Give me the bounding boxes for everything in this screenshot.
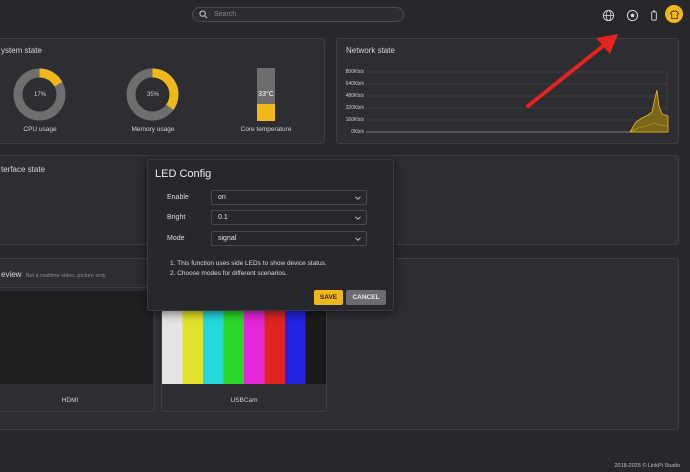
core-temperature-label: Core temperature [240, 126, 292, 133]
bright-label: Bright [167, 214, 186, 221]
dialog-title: LED Config [155, 168, 212, 180]
usbcam-label: USBCam [230, 397, 258, 404]
chevron-down-icon [355, 237, 361, 241]
hdmi-preview-image [0, 291, 153, 384]
core-temperature-value: 33°C [258, 91, 274, 98]
top-bar [0, 0, 690, 30]
memory-usage-label: Memory usage [131, 126, 175, 133]
search-input[interactable] [214, 11, 394, 18]
chevron-down-icon [355, 196, 361, 200]
bright-select[interactable]: 0.1 [211, 210, 367, 225]
info-note-2: 2. Choose modes for different scenarios. [170, 270, 287, 277]
enable-label: Enable [167, 194, 189, 201]
save-button[interactable]: SAVE [314, 290, 343, 305]
y-tick-label: 480Kb/s [345, 93, 364, 99]
core-temperature-fill [257, 103, 275, 121]
network-traffic-area [629, 89, 669, 133]
battery-icon[interactable] [646, 7, 662, 23]
panel-title: terface state [1, 165, 46, 174]
mode-select[interactable]: signal [211, 231, 367, 246]
enable-value: on [218, 194, 226, 201]
cpu-usage-value: 17% [33, 92, 46, 98]
network-chart [366, 71, 669, 133]
mode-label: Mode [167, 235, 185, 242]
info-note-1: 1. This function uses side LEDs to show … [170, 260, 327, 267]
soccer-ball-icon[interactable] [624, 7, 640, 23]
panel-title: ystem state [1, 46, 42, 55]
red-arrow-annotation [526, 34, 618, 108]
y-tick-label: 160Kb/s [345, 117, 364, 123]
panel-title: Network state [346, 46, 395, 55]
hdmi-label: HDMI [61, 397, 79, 404]
y-tick-label: 800Kb/s [345, 69, 364, 75]
panel-title: eview Not a realtime video, picture only [1, 270, 106, 279]
preview-subtitle: Not a realtime video, picture only [25, 273, 106, 279]
bright-value: 0.1 [218, 214, 228, 221]
footer-copyright: 2018-2025 © LinkPi Studio [614, 463, 680, 469]
color-bars-test-pattern [162, 311, 326, 384]
y-tick-label: 320Kb/s [345, 105, 364, 111]
enable-select[interactable]: on [211, 190, 367, 205]
search-box[interactable] [192, 7, 404, 22]
hdmi-tile[interactable] [0, 287, 155, 412]
memory-usage-value: 35% [146, 92, 159, 98]
avatar-icon[interactable] [665, 5, 683, 23]
globe-icon[interactable] [600, 7, 616, 23]
y-tick-label: 640Kb/s [345, 81, 364, 87]
cpu-usage-label: CPU usage [23, 126, 57, 133]
cancel-button[interactable]: CANCEL [346, 290, 386, 305]
y-tick-label: 0Kb/s [351, 129, 364, 135]
search-icon [199, 10, 208, 19]
chevron-down-icon [355, 216, 361, 220]
preview-title: eview [1, 270, 22, 279]
led-config-dialog: LED Config Enable on Bright 0.1 Mode sig… [147, 159, 394, 311]
mode-value: signal [218, 235, 237, 242]
